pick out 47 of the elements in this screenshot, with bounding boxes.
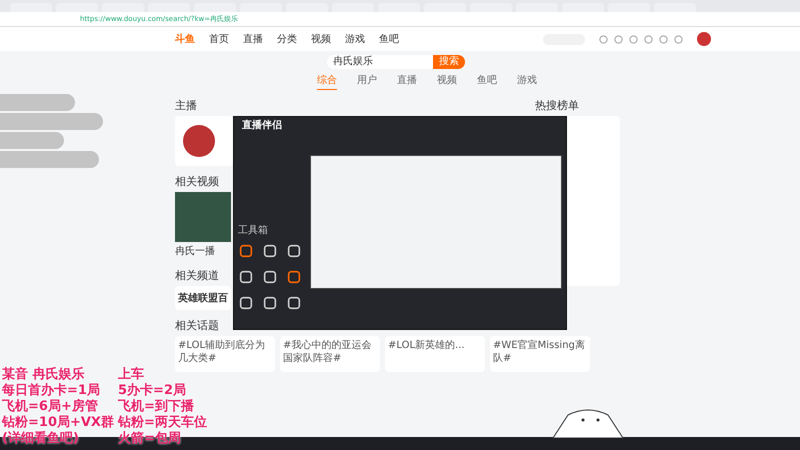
app-title: 直播伴侣 bbox=[242, 118, 282, 132]
overlay-text: 飞机=6局+房管 bbox=[2, 399, 99, 415]
section-heading: 相关视频 bbox=[175, 174, 219, 189]
result-tab[interactable]: 直播 bbox=[397, 73, 417, 90]
overlay-text: 飞机=到下播 bbox=[118, 399, 194, 414]
anchor-card[interactable] bbox=[175, 116, 233, 166]
tool-icon[interactable] bbox=[262, 295, 278, 311]
toolbox-label: 工具箱 bbox=[238, 224, 269, 237]
video-thumbnail[interactable] bbox=[175, 192, 231, 242]
tool-icon[interactable] bbox=[262, 269, 278, 285]
overlay-text: 钻粉=两天车位 bbox=[118, 415, 207, 431]
topic-card[interactable]: #LOL辅助到底分为几大类# bbox=[175, 336, 275, 372]
tool-icon[interactable] bbox=[238, 295, 254, 311]
nav-link[interactable]: 直播 bbox=[243, 32, 263, 46]
section-heading: 主播 bbox=[175, 98, 197, 113]
avatar-icon bbox=[183, 125, 215, 157]
avatar-icon[interactable] bbox=[697, 32, 711, 46]
nav-link[interactable]: 分类 bbox=[277, 32, 297, 46]
tool-icon[interactable] bbox=[286, 269, 302, 285]
section-heading: 相关频道 bbox=[175, 268, 219, 283]
result-tab[interactable]: 视频 bbox=[437, 73, 457, 90]
overlay-text: 钻粉=10局+VX群 bbox=[2, 415, 114, 430]
tool-icon[interactable] bbox=[286, 243, 302, 259]
section-heading: 热搜榜单 bbox=[535, 98, 579, 113]
tool-icon[interactable] bbox=[238, 243, 254, 259]
nav-link[interactable]: 鱼吧 bbox=[379, 32, 399, 46]
nav-link[interactable]: 游戏 bbox=[345, 32, 365, 46]
result-tab[interactable]: 鱼吧 bbox=[477, 73, 497, 90]
tool-icon[interactable] bbox=[262, 243, 278, 259]
overlay-text: 每日首办卡=1局 bbox=[2, 383, 101, 398]
result-tab[interactable]: 用户 bbox=[357, 73, 377, 90]
section-heading: 相关话题 bbox=[175, 318, 219, 333]
video-title[interactable]: 冉氏一播 bbox=[175, 242, 231, 260]
channel-card[interactable]: 英雄联盟百 bbox=[175, 286, 231, 310]
overlay-text: 上车 bbox=[118, 367, 144, 383]
topic-card[interactable]: #我心中的的亚运会国家队阵容# bbox=[280, 336, 380, 372]
search-field[interactable]: 冉氏娱乐 bbox=[327, 55, 433, 69]
notification-pill bbox=[0, 132, 64, 149]
overlay-text: 5办卡=2局 bbox=[118, 383, 186, 399]
nav-link[interactable]: 首页 bbox=[209, 32, 229, 46]
topic-card[interactable]: #WE官宣Missing离队# bbox=[490, 336, 590, 372]
tool-icon[interactable] bbox=[238, 269, 254, 285]
nav-link[interactable]: 视频 bbox=[311, 32, 331, 46]
topic-card[interactable]: #LOL新英雄的... bbox=[385, 336, 485, 372]
result-tab[interactable]: 游戏 bbox=[517, 73, 537, 90]
overlay-text: 某音 冉氏娱乐 bbox=[2, 367, 86, 383]
tool-icon[interactable] bbox=[286, 295, 302, 311]
